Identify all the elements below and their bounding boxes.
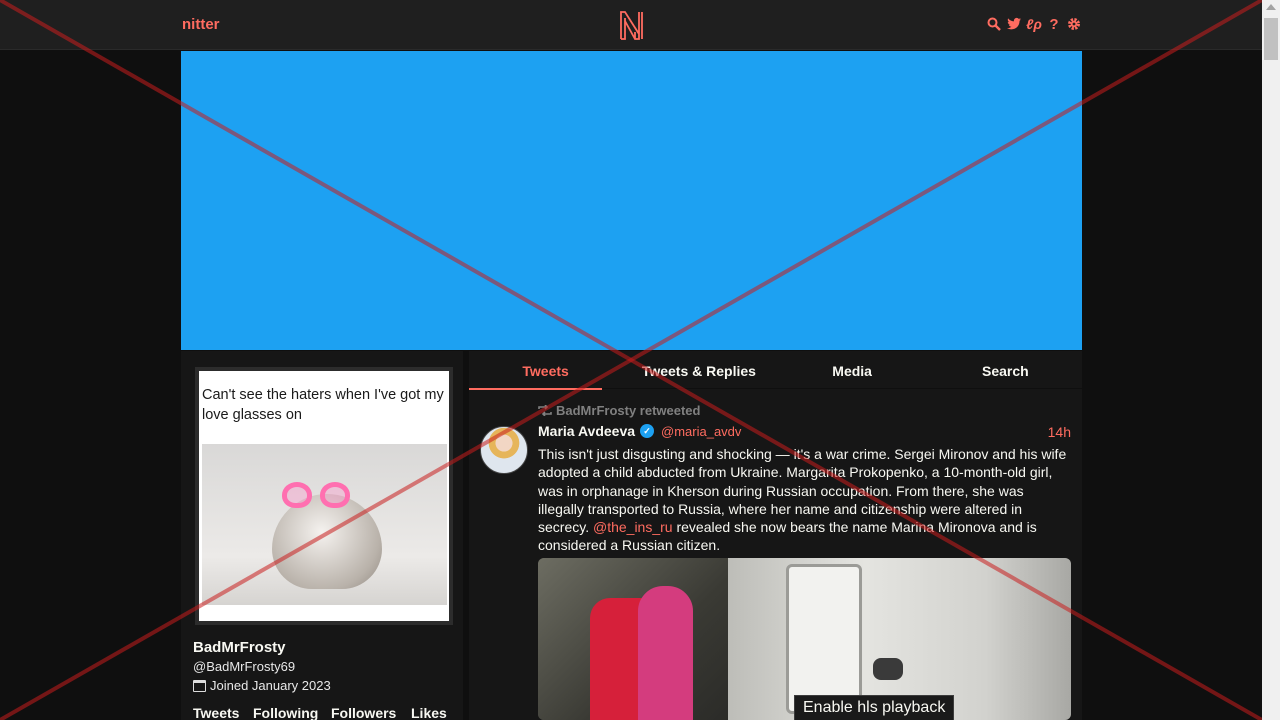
tab-tweets-replies[interactable]: Tweets & Replies [622,351,775,388]
tweet-text: This isn't just disgusting and shocking … [538,445,1073,555]
retweet-header: BadMrFrosty retweeted [538,403,700,418]
tweet-media[interactable]: Enable hls playback [538,558,1071,720]
scroll-thumb[interactable] [1264,18,1278,60]
heart-glasses-right [320,482,350,508]
tweet[interactable]: BadMrFrosty retweeted Maria Avdeeva ✓ @m… [469,395,1082,720]
tweet-timestamp[interactable]: 14h [1048,424,1071,440]
retweet-icon [538,405,552,416]
tweet-author-avatar[interactable] [480,426,528,474]
retweeted-by[interactable]: BadMrFrosty retweeted [556,403,700,418]
avatar-caption: Can't see the haters when I've got my lo… [202,387,444,423]
navbar: nitter ℓρ ? [0,0,1262,50]
profile-avatar[interactable]: Can't see the haters when I've got my lo… [195,367,453,625]
tab-media[interactable]: Media [776,351,929,388]
gear-icon[interactable] [1067,16,1081,32]
search-icon[interactable] [987,16,1001,32]
calendar-icon [193,679,206,692]
timeline: Tweets Tweets & Replies Media Search Bad… [469,351,1082,720]
profile-joined: Joined January 2023 [193,678,331,693]
tweet-author-name[interactable]: Maria Avdeeva [538,423,635,439]
profile-handle[interactable]: @BadMrFrosty69 [193,659,295,674]
guinea-pig-image [272,494,382,589]
verified-badge-icon: ✓ [640,424,655,438]
scroll-up-arrow-icon[interactable] [1266,4,1276,10]
profile-card: Can't see the haters when I've got my lo… [181,351,463,720]
twitter-bird-icon[interactable] [1007,16,1021,32]
tweet-header: Maria Avdeeva ✓ @maria_avdv [538,423,741,439]
tweet-author-handle[interactable]: @maria_avdv [661,424,741,439]
joined-text: Joined January 2023 [210,678,331,693]
avatar-photo [202,444,447,605]
nav-icons: ℓρ ? [987,16,1081,33]
profile-banner [181,51,1082,350]
heart-glasses-left [282,482,312,508]
media-figure-pink [638,586,693,720]
page-scrollbar[interactable] [1262,0,1280,720]
tab-search[interactable]: Search [929,351,1082,388]
profile-stats: Tweets Following Followers Likes [193,705,451,720]
media-van-handle [873,658,903,680]
help-icon[interactable]: ? [1047,16,1061,33]
media-people-area [538,558,728,720]
tab-tweets[interactable]: Tweets [469,351,622,390]
timeline-tabs: Tweets Tweets & Replies Media Search [469,351,1082,390]
enable-hls-button[interactable]: Enable hls playback [794,695,955,720]
stat-following[interactable]: Following [253,705,331,720]
profile-name[interactable]: BadMrFrosty [193,639,286,656]
media-van-door [786,564,862,714]
stat-followers[interactable]: Followers [331,705,411,720]
rss-icon[interactable]: ℓρ [1026,16,1042,32]
stat-tweets[interactable]: Tweets [193,705,253,720]
stat-likes[interactable]: Likes [411,705,451,720]
tweet-mention-link[interactable]: @the_ins_ru [593,519,673,535]
nitter-logo-icon[interactable] [618,8,646,42]
brand-link[interactable]: nitter [182,16,220,33]
